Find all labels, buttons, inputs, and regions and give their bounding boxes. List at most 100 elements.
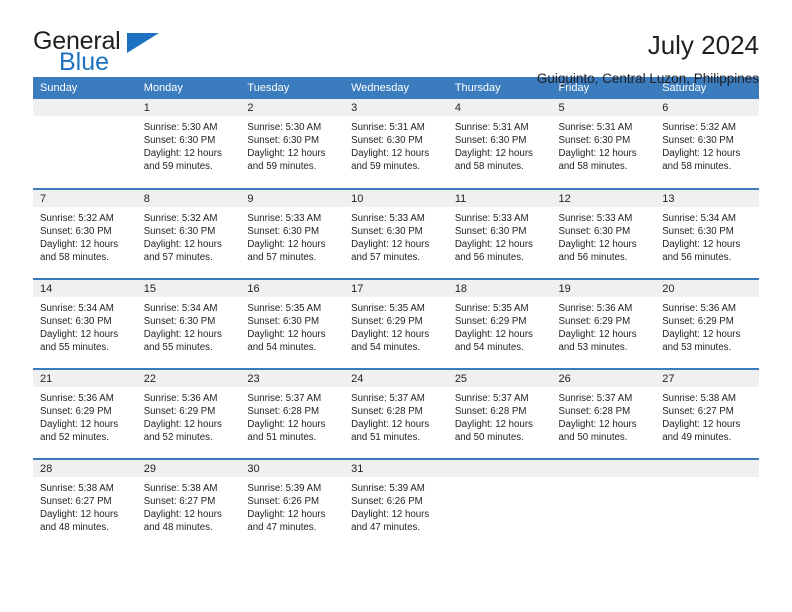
day-detail-daylight-2: and 55 minutes. [143, 342, 213, 354]
day-detail-sunrise: Sunrise: 5:30 AM [247, 122, 322, 133]
day-details: Sunrise: 5:31 AM Sunset: 6:30 PM Daylight:… [344, 116, 448, 173]
logo-triangle-icon [127, 33, 159, 53]
day-detail-daylight-1: Daylight: 12 hours [454, 329, 533, 341]
day-detail-daylight-2: and 58 minutes. [662, 161, 732, 173]
day-number: 29 [136, 460, 241, 477]
day-number: 11 [447, 190, 552, 207]
day-number: 3 [344, 99, 448, 116]
day-detail-sunrise: Sunrise: 5:30 AM [143, 122, 218, 133]
calendar-day-cell[interactable]: 17 Sunrise: 5:35 AM Sunset: 6:29 PM Dayligh… [344, 278, 448, 369]
day-details: Sunrise: 5:33 AM Sunset: 6:30 PM Daylight:… [448, 207, 552, 264]
day-number: 25 [447, 370, 552, 387]
day-number: 10 [344, 190, 448, 207]
day-detail-sunset: Sunset: 6:30 PM [351, 135, 423, 147]
day-number: 12 [551, 190, 656, 207]
calendar-day-cell[interactable]: 24 Sunrise: 5:37 AM Sunset: 6:28 PM Dayligh… [344, 368, 448, 459]
calendar-week-row: 14 Sunrise: 5:34 AM Sunset: 6:30 PM Dayligh… [33, 278, 759, 369]
calendar-day-cell[interactable]: 20 Sunrise: 5:36 AM Sunset: 6:29 PM Dayligh… [655, 278, 759, 369]
calendar-day-cell[interactable]: 30 Sunrise: 5:39 AM Sunset: 6:26 PM Dayligh… [240, 458, 345, 549]
calendar-week-row: 1 Sunrise: 5:30 AM Sunset: 6:30 PM Daylight… [33, 99, 759, 189]
calendar-day-cell[interactable]: 7 Sunrise: 5:32 AM Sunset: 6:30 PM Daylight… [33, 188, 137, 279]
calendar-day-cell[interactable]: 12 Sunrise: 5:33 AM Sunset: 6:30 PM Dayligh… [551, 188, 656, 279]
calendar-day-cell[interactable]: 2 Sunrise: 5:30 AM Sunset: 6:30 PM Daylight… [240, 99, 345, 189]
calendar-day-cell[interactable]: 1 Sunrise: 5:30 AM Sunset: 6:30 PM Daylight… [136, 99, 241, 189]
calendar-day-cell[interactable]: 15 Sunrise: 5:34 AM Sunset: 6:30 PM Dayligh… [136, 278, 241, 369]
calendar-day-cell[interactable]: 10 Sunrise: 5:33 AM Sunset: 6:30 PM Dayligh… [344, 188, 448, 279]
day-detail-daylight-1: Daylight: 12 hours [143, 509, 222, 521]
calendar-day-cell[interactable]: 11 Sunrise: 5:33 AM Sunset: 6:30 PM Dayligh… [447, 188, 552, 279]
calendar-day-cell[interactable]: 23 Sunrise: 5:37 AM Sunset: 6:28 PM Dayligh… [240, 368, 345, 459]
day-details: Sunrise: 5:36 AM Sunset: 6:29 PM Daylight:… [655, 297, 759, 354]
day-detail-sunset: Sunset: 6:28 PM [351, 406, 423, 418]
calendar-day-cell[interactable]: 5 Sunrise: 5:31 AM Sunset: 6:30 PM Daylight… [551, 99, 656, 189]
general-blue-logo[interactable]: General Blue [33, 28, 233, 80]
calendar-cell-empty [33, 99, 137, 189]
day-detail-sunset: Sunset: 6:30 PM [40, 316, 112, 328]
calendar-day-cell[interactable]: 25 Sunrise: 5:37 AM Sunset: 6:28 PM Dayligh… [447, 368, 552, 459]
day-detail-daylight-2: and 59 minutes. [247, 161, 317, 173]
day-number: 2 [240, 99, 345, 116]
calendar-day-cell[interactable]: 4 Sunrise: 5:31 AM Sunset: 6:30 PM Daylight… [447, 99, 552, 189]
day-details: Sunrise: 5:35 AM Sunset: 6:29 PM Daylight:… [448, 297, 552, 354]
day-detail-daylight-2: and 50 minutes. [558, 432, 628, 444]
day-detail-sunrise: Sunrise: 5:33 AM [558, 213, 633, 224]
day-detail-daylight-1: Daylight: 12 hours [247, 239, 326, 251]
weekday-header-monday: Monday [136, 77, 241, 99]
day-detail-daylight-2: and 54 minutes. [351, 342, 421, 354]
calendar-day-cell[interactable]: 8 Sunrise: 5:32 AM Sunset: 6:30 PM Daylight… [136, 188, 241, 279]
day-detail-daylight-2: and 55 minutes. [40, 342, 109, 354]
day-detail-daylight-1: Daylight: 12 hours [40, 419, 119, 431]
day-number: 18 [447, 280, 552, 297]
title-block: July 2024 Guiguinto, Central Luzon, Phil… [537, 28, 759, 88]
day-detail-sunset: Sunset: 6:30 PM [143, 226, 216, 238]
day-number: 19 [551, 280, 656, 297]
day-number: 7 [33, 190, 137, 207]
calendar-day-cell[interactable]: 29 Sunrise: 5:38 AM Sunset: 6:27 PM Dayligh… [136, 458, 241, 549]
calendar-day-cell[interactable]: 16 Sunrise: 5:35 AM Sunset: 6:30 PM Dayligh… [240, 278, 345, 369]
day-detail-sunset: Sunset: 6:27 PM [40, 496, 112, 508]
day-number: 4 [447, 99, 552, 116]
day-detail-sunset: Sunset: 6:30 PM [454, 226, 527, 238]
calendar-day-cell[interactable]: 21 Sunrise: 5:36 AM Sunset: 6:29 PM Dayligh… [33, 368, 137, 459]
day-details: Sunrise: 5:38 AM Sunset: 6:27 PM Daylight:… [33, 477, 137, 534]
calendar-day-cell[interactable]: 14 Sunrise: 5:34 AM Sunset: 6:30 PM Dayligh… [33, 278, 137, 369]
day-detail-daylight-1: Daylight: 12 hours [247, 148, 326, 160]
calendar-day-cell[interactable]: 9 Sunrise: 5:33 AM Sunset: 6:30 PM Daylight… [240, 188, 345, 279]
day-detail-daylight-1: Daylight: 12 hours [40, 509, 119, 521]
day-detail-daylight-1: Daylight: 12 hours [454, 148, 533, 160]
day-detail-daylight-2: and 50 minutes. [454, 432, 524, 444]
calendar-day-cell[interactable]: 28 Sunrise: 5:38 AM Sunset: 6:27 PM Dayligh… [33, 458, 137, 549]
day-detail-sunrise: Sunrise: 5:34 AM [662, 213, 736, 224]
day-detail-sunrise: Sunrise: 5:37 AM [351, 393, 425, 404]
day-detail-sunrise: Sunrise: 5:39 AM [247, 483, 322, 494]
calendar-day-cell[interactable]: 13 Sunrise: 5:34 AM Sunset: 6:30 PM Dayligh… [655, 188, 759, 279]
day-details: Sunrise: 5:34 AM Sunset: 6:30 PM Daylight:… [655, 207, 759, 264]
day-detail-sunset: Sunset: 6:29 PM [662, 316, 734, 328]
day-details: Sunrise: 5:35 AM Sunset: 6:29 PM Daylight:… [344, 297, 448, 354]
day-detail-daylight-2: and 56 minutes. [662, 252, 732, 264]
day-detail-sunrise: Sunrise: 5:37 AM [558, 393, 633, 404]
day-detail-sunset: Sunset: 6:26 PM [351, 496, 423, 508]
calendar-day-cell[interactable]: 3 Sunrise: 5:31 AM Sunset: 6:30 PM Daylight… [344, 99, 448, 189]
day-detail-daylight-2: and 54 minutes. [454, 342, 524, 354]
calendar-day-cell[interactable]: 31 Sunrise: 5:39 AM Sunset: 6:26 PM Dayligh… [344, 458, 448, 549]
day-details: Sunrise: 5:36 AM Sunset: 6:29 PM Daylight:… [552, 297, 656, 354]
day-detail-daylight-2: and 59 minutes. [351, 161, 421, 173]
calendar-day-cell[interactable]: 19 Sunrise: 5:36 AM Sunset: 6:29 PM Dayligh… [551, 278, 656, 369]
day-detail-daylight-1: Daylight: 12 hours [351, 509, 430, 521]
day-detail-sunrise: Sunrise: 5:34 AM [40, 303, 114, 314]
calendar-day-cell[interactable]: 6 Sunrise: 5:32 AM Sunset: 6:30 PM Daylight… [655, 99, 759, 189]
day-detail-daylight-2: and 58 minutes. [40, 252, 109, 264]
day-detail-sunrise: Sunrise: 5:35 AM [247, 303, 322, 314]
day-number: 6 [655, 99, 759, 116]
calendar-day-cell[interactable]: 18 Sunrise: 5:35 AM Sunset: 6:29 PM Dayligh… [447, 278, 552, 369]
day-number [447, 460, 552, 477]
calendar-day-cell[interactable]: 22 Sunrise: 5:36 AM Sunset: 6:29 PM Dayligh… [136, 368, 241, 459]
calendar-day-cell[interactable]: 26 Sunrise: 5:37 AM Sunset: 6:28 PM Dayligh… [551, 368, 656, 459]
day-number: 17 [344, 280, 448, 297]
calendar-day-cell[interactable]: 27 Sunrise: 5:38 AM Sunset: 6:27 PM Dayligh… [655, 368, 759, 459]
day-number: 8 [136, 190, 241, 207]
sunrise-sunset-calendar: Sunday Monday Tuesday Wednesday Thursday… [33, 77, 759, 549]
day-detail-sunrise: Sunrise: 5:39 AM [351, 483, 425, 494]
day-details: Sunrise: 5:38 AM Sunset: 6:27 PM Daylight:… [137, 477, 241, 534]
